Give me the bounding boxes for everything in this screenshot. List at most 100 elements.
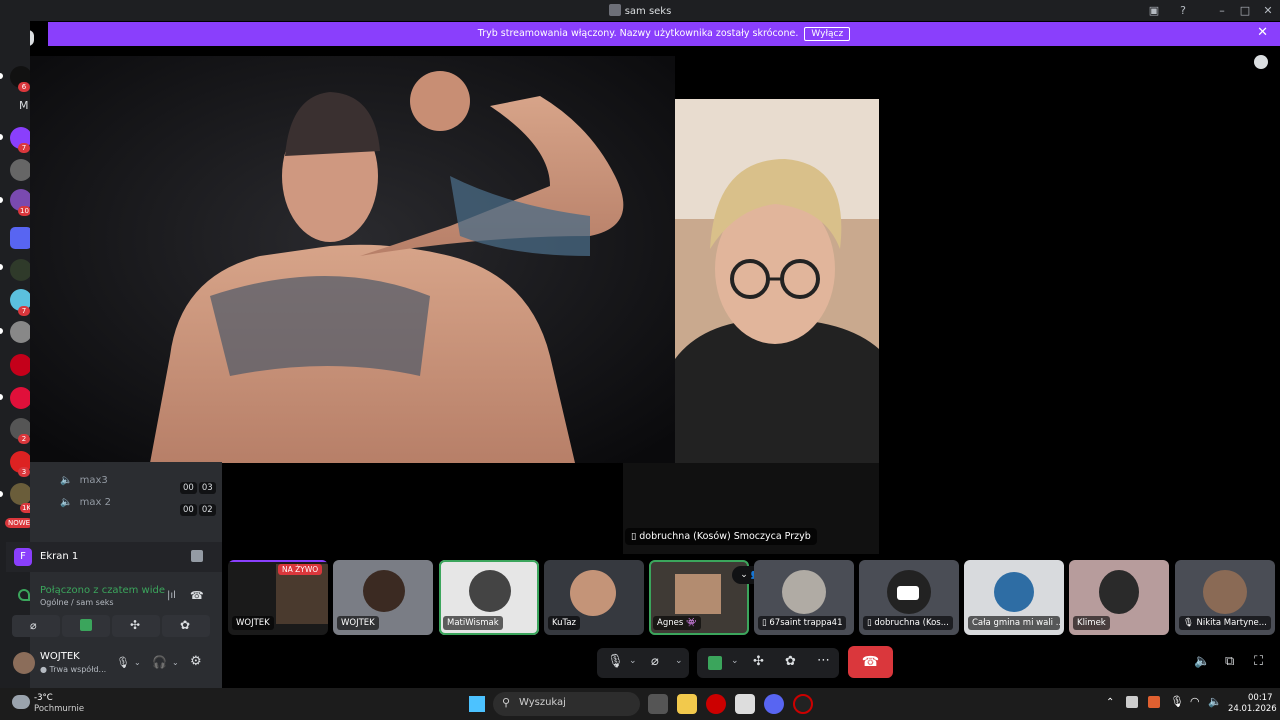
- participant-avatar: [469, 570, 511, 612]
- weather-icon[interactable]: [12, 695, 30, 709]
- participant-tile[interactable]: Cała gmina mi wali ...: [964, 560, 1064, 635]
- search-icon: ⚲: [502, 696, 511, 709]
- taskbar-search[interactable]: ⚲ Wyszukaj: [493, 692, 640, 716]
- server-pill: [0, 134, 3, 140]
- help-icon[interactable]: ?: [1174, 2, 1192, 19]
- mic-icon[interactable]: 🎙: [116, 656, 130, 669]
- soundboard-icon[interactable]: ✿: [785, 654, 796, 669]
- user-avatar[interactable]: [13, 652, 35, 674]
- participant-name: WOJTEK: [232, 616, 274, 630]
- unread-badge: 7: [18, 306, 30, 316]
- tray-icon[interactable]: [1126, 696, 1138, 708]
- server-icon[interactable]: [10, 321, 32, 343]
- opera-icon[interactable]: [706, 694, 726, 714]
- inbox-icon[interactable]: ▣: [1145, 2, 1163, 19]
- store-icon[interactable]: [735, 694, 755, 714]
- voice-user[interactable]: 🔈 max3: [60, 475, 108, 486]
- chrome-icon[interactable]: [793, 694, 813, 714]
- mic-icon[interactable]: 🎙: [607, 654, 624, 669]
- soundboard-button[interactable]: ✿: [162, 615, 210, 637]
- windows-start-icon[interactable]: [469, 696, 485, 712]
- activities-button[interactable]: ✣: [112, 615, 160, 637]
- wifi-icon[interactable]: ◠: [1190, 695, 1200, 708]
- unread-badge: 10: [18, 206, 31, 216]
- participant-tile[interactable]: ▯ dobruchna (Kos...: [859, 560, 959, 635]
- disable-streamer-mode-button[interactable]: Wyłącz: [804, 27, 851, 41]
- channel-icon: [608, 4, 621, 16]
- server-icon[interactable]: [10, 259, 32, 281]
- file-explorer-icon[interactable]: [677, 694, 697, 714]
- chevron-up-icon[interactable]: ⌃: [1106, 697, 1114, 708]
- user-name: WOJTEK: [40, 651, 80, 662]
- close-banner-icon[interactable]: ✕: [1257, 25, 1268, 40]
- chevron-down-icon[interactable]: ⌄: [172, 658, 179, 667]
- headphones-icon[interactable]: 🎧: [152, 655, 167, 669]
- screen-share-label: Ekran 1: [40, 551, 79, 562]
- live-badge: NA ŻYWO: [278, 564, 323, 575]
- activities-icon: ✣: [130, 618, 141, 632]
- unread-badge: 6: [18, 82, 30, 92]
- stop-share-icon[interactable]: [191, 550, 203, 562]
- discord-app-icon[interactable]: [764, 694, 784, 714]
- task-view-icon[interactable]: [648, 694, 668, 714]
- server-icon[interactable]: [10, 483, 32, 505]
- taskbar: -3°C Pochmurnie ⚲ Wyszukaj ⌃ 🎙 ◠ 🔈 00:17…: [0, 688, 1280, 720]
- chat-icon[interactable]: [1254, 55, 1268, 69]
- participant-tile[interactable]: ▯ 67saint trappa41: [754, 560, 854, 635]
- participant-tile[interactable]: 🎙 Nikita Martyne...: [1175, 560, 1275, 635]
- mic-icon[interactable]: 🎙: [1170, 695, 1184, 708]
- folder-icon[interactable]: [10, 227, 32, 249]
- volume-icon[interactable]: 🔈: [1194, 654, 1210, 669]
- participant-name: 🎙 Nikita Martyne...: [1179, 616, 1271, 630]
- participant-tile[interactable]: Klimek: [1069, 560, 1169, 635]
- soundboard-icon: ✿: [180, 618, 191, 632]
- participant-avatar: [1099, 570, 1139, 614]
- participant-tile[interactable]: NA ŻYWO WOJTEK: [228, 560, 328, 635]
- participant-avatar: [1203, 570, 1247, 614]
- fullscreen-icon[interactable]: ⛶: [1254, 654, 1263, 669]
- participant-name: Klimek: [1073, 616, 1110, 630]
- popout-icon[interactable]: ⧉: [1225, 654, 1234, 669]
- activities-icon[interactable]: ✣: [753, 654, 764, 669]
- weather-desc: Pochmurnie: [34, 704, 85, 714]
- chevron-down-icon[interactable]: ⌄: [675, 656, 683, 666]
- camera-off-icon[interactable]: ⌀: [651, 654, 659, 669]
- main-stream-video[interactable]: [30, 56, 675, 463]
- volume-icon[interactable]: 🔈: [1208, 695, 1222, 708]
- chevron-down-icon[interactable]: ⌄: [134, 658, 141, 667]
- participant-avatar: [994, 572, 1034, 612]
- weather-temp: -3°C: [34, 693, 53, 703]
- more-options-icon[interactable]: ⋯: [817, 653, 830, 668]
- chevron-down-icon[interactable]: ⌄: [731, 656, 739, 666]
- participant-avatar: [782, 570, 826, 614]
- screen-share-panel: [6, 542, 222, 572]
- server-icon[interactable]: [10, 387, 32, 409]
- voice-user[interactable]: 🔈 max 2: [60, 497, 111, 508]
- server-pill: [0, 328, 3, 334]
- clock-time[interactable]: 00:17: [1248, 693, 1273, 703]
- connection-status[interactable]: Połączono z czatem wide: [40, 585, 165, 596]
- activity-controls: ⌄ ✣ ✿ ⋯: [697, 648, 839, 678]
- participant-tile[interactable]: KuTaz: [544, 560, 644, 635]
- disconnect-button[interactable]: ☎: [848, 646, 893, 678]
- participant-name: Agnes 👾: [653, 616, 701, 630]
- video-toggle-button[interactable]: ⌀: [12, 615, 60, 637]
- clock-date[interactable]: 24.01.2026: [1228, 704, 1277, 714]
- settings-gear-icon[interactable]: ⚙: [190, 654, 202, 669]
- voice-timer: 00 03: [178, 475, 216, 494]
- participant-tile[interactable]: WOJTEK: [333, 560, 433, 635]
- tray-icon[interactable]: [1148, 696, 1160, 708]
- maximize-button[interactable]: □: [1236, 2, 1254, 19]
- close-window-button[interactable]: ✕: [1259, 2, 1277, 19]
- chevron-down-icon[interactable]: ⌄: [629, 656, 637, 666]
- minimize-button[interactable]: –: [1213, 2, 1231, 19]
- connection-channel[interactable]: Ogólne / sam seks: [40, 598, 114, 607]
- participant-tile[interactable]: MatiWismak: [439, 560, 539, 635]
- server-icon[interactable]: [10, 354, 32, 376]
- participant-name: KuTaz: [548, 616, 580, 630]
- server-icon[interactable]: [10, 159, 32, 181]
- disconnect-icon[interactable]: ☎: [190, 589, 204, 602]
- screen-share-icon[interactable]: [708, 656, 722, 670]
- screen-share-button[interactable]: [62, 615, 110, 637]
- banner-message: Tryb streamowania włączony. Nazwy użytko…: [477, 28, 799, 39]
